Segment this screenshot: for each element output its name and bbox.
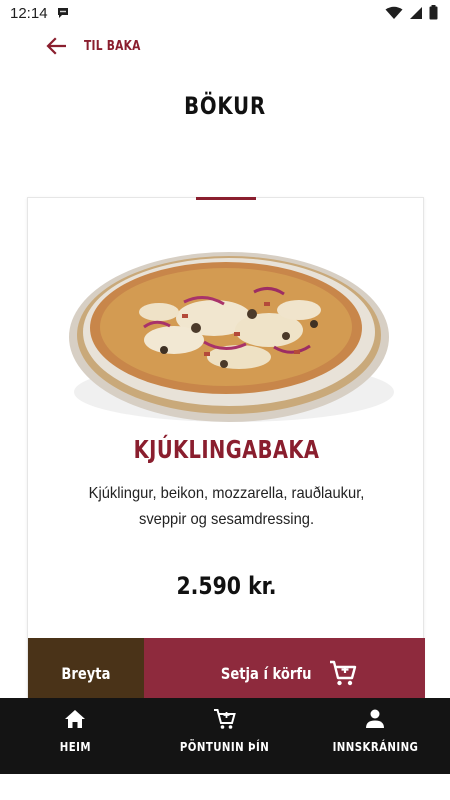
status-icons <box>385 5 438 20</box>
signal-icon <box>410 6 422 19</box>
battery-icon <box>429 5 438 20</box>
nav-label-login: INNSKRÁNING <box>332 740 418 754</box>
cart-icon <box>214 709 236 729</box>
nav-label-home: HEIM <box>59 740 91 754</box>
product-card: KJÚKLINGABAKA Kjúklingur, beikon, mozzar… <box>27 197 425 708</box>
pizza-image <box>69 252 394 422</box>
home-icon <box>65 710 85 728</box>
product-description: Kjúklingur, beikon, mozzarella, rauðlauk… <box>88 485 365 528</box>
add-to-cart-icon <box>329 660 356 686</box>
product-price: 2.590 kr. <box>176 572 277 600</box>
system-navigation-bar <box>0 774 450 800</box>
chat-notification-icon <box>58 8 68 18</box>
nav-item-your-order[interactable]: PÖNTUNIN ÞÍN <box>150 698 300 774</box>
edit-button-label: Breyta <box>61 663 111 683</box>
product-name: KJÚKLINGABAKA <box>133 435 320 464</box>
bottom-navigation: HEIM PÖNTUNIN ÞÍN INNSKRÁNING <box>0 698 450 774</box>
status-bar: 12:14 <box>0 0 450 26</box>
wifi-icon <box>385 6 403 19</box>
arrow-left-icon <box>46 37 66 55</box>
nav-item-login[interactable]: INNSKRÁNING <box>300 698 450 774</box>
product-image <box>64 232 394 432</box>
nav-item-home[interactable]: HEIM <box>0 698 150 774</box>
page-title: BÖKUR <box>184 92 266 120</box>
card-accent-bar <box>196 197 256 200</box>
add-to-cart-label: Setja í körfu <box>221 663 312 683</box>
status-time: 12:14 <box>10 5 48 22</box>
person-icon <box>366 709 384 728</box>
nav-label-your-order: PÖNTUNIN ÞÍN <box>180 740 270 754</box>
back-button[interactable]: TIL BAKA <box>46 36 153 56</box>
back-label: TIL BAKA <box>84 38 141 54</box>
